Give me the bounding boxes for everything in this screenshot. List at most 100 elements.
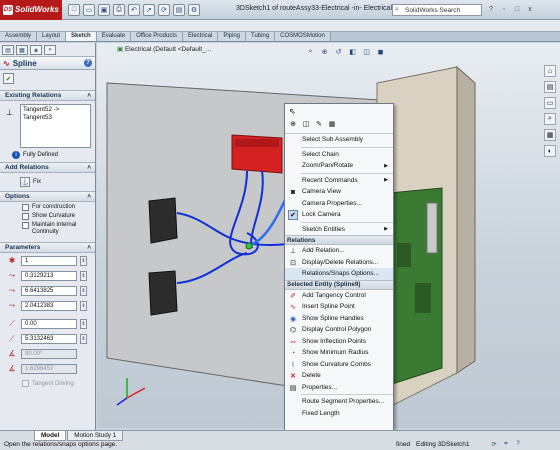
z-coordinate-field[interactable]: ⤳ 2.0412383 ⇕ bbox=[0, 298, 95, 313]
relation-toolbar-icon[interactable]: ⊕ bbox=[288, 119, 298, 129]
collapse-chevron-icon[interactable]: ˄ bbox=[87, 92, 91, 99]
menu-item-fixed-length[interactable]: Fixed Length bbox=[285, 408, 393, 420]
collapse-chevron-icon[interactable]: ˄ bbox=[87, 164, 91, 171]
menu-item-show-inflection-points[interactable]: ∾ Show Inflection Points bbox=[285, 336, 393, 348]
tangent-driving-checkbox[interactable]: Tangent Driving bbox=[0, 380, 95, 387]
menu-item-relations-snaps-options[interactable]: Relations/Snaps Options... bbox=[285, 268, 393, 280]
property-manager-icon[interactable]: ▦ bbox=[16, 45, 28, 55]
new-document-icon[interactable]: □ bbox=[68, 3, 80, 16]
list-item[interactable]: Tangent53 bbox=[23, 114, 88, 122]
menu-item-show-minimum-radius[interactable]: ◔ Show Minimum Radius bbox=[285, 347, 393, 359]
configuration-manager-icon[interactable]: ◈ bbox=[30, 45, 42, 55]
sketch-grid-icon[interactable]: ▦ bbox=[327, 119, 337, 129]
spinner-icon[interactable]: ⇕ bbox=[80, 318, 87, 329]
menu-item-sketch-entities[interactable]: Sketch Entities ▶ bbox=[285, 224, 393, 236]
search-box[interactable]: ⌕ SolidWorks Search bbox=[392, 4, 482, 16]
tab-office-products[interactable]: Office Products bbox=[131, 32, 183, 41]
spinner-icon[interactable]: ⇕ bbox=[80, 300, 87, 311]
help-icon[interactable]: ? bbox=[84, 59, 92, 67]
tab-sketch[interactable]: Sketch bbox=[66, 32, 97, 41]
y-coordinate-field[interactable]: ⤳ 6.6413825 ⇕ bbox=[0, 283, 95, 298]
existing-relations-list[interactable]: Tangent52 -> Tangent53 bbox=[20, 104, 91, 148]
document-title: 3DSketch1 of routeAssy33-Electrical -in-… bbox=[236, 5, 397, 12]
menu-item-select-sub-assembly[interactable]: Select Sub Assembly bbox=[285, 134, 393, 146]
select-arrow-icon[interactable]: ➚ bbox=[143, 3, 155, 16]
menu-item-delete[interactable]: ✕ Delete bbox=[285, 370, 393, 382]
menu-item-show-curvature-combs[interactable]: ⌇ Show Curvature Combs bbox=[285, 359, 393, 371]
spline-point-number-field[interactable]: ✱ 1 ⇕ bbox=[0, 253, 95, 268]
checkbox[interactable] bbox=[22, 380, 29, 387]
list-item[interactable]: Tangent52 -> bbox=[23, 106, 88, 114]
menu-item-display-control-polygon[interactable]: ⌬ Display Control Polygon bbox=[285, 324, 393, 336]
menu-item-properties[interactable]: ▤ Properties... bbox=[285, 382, 393, 394]
checkbox[interactable] bbox=[22, 204, 29, 211]
checkbox[interactable] bbox=[22, 222, 29, 229]
menu-item-show-spline-handles[interactable]: ◉ Show Spline Handles bbox=[285, 313, 393, 325]
menu-item-camera-properties[interactable]: Camera Properties... bbox=[285, 198, 393, 210]
undo-icon[interactable]: ↶ bbox=[128, 3, 140, 16]
pencil-icon[interactable]: ✎ bbox=[314, 119, 324, 129]
checkbox[interactable] bbox=[22, 213, 29, 220]
curvature-field[interactable]: ⟋ 0.00 ⇕ bbox=[0, 316, 95, 331]
collapse-chevron-icon[interactable]: ˄ bbox=[87, 244, 91, 251]
existing-relations-group[interactable]: Existing Relations ˄ bbox=[0, 90, 95, 101]
spinner-icon[interactable]: ⇕ bbox=[80, 285, 87, 296]
tab-evaluate[interactable]: Evaluate bbox=[96, 32, 132, 41]
x-coordinate-field[interactable]: ⤳ 0.3129213 ⇕ bbox=[0, 268, 95, 283]
tab-layout[interactable]: Layout bbox=[37, 32, 67, 41]
collapse-chevron-icon[interactable]: ˄ bbox=[87, 193, 91, 200]
menu-item-route-segment-properties[interactable]: Route Segment Properties... bbox=[285, 396, 393, 408]
show-curvature-checkbox[interactable]: Show Curvature bbox=[0, 213, 95, 220]
pointer-icon[interactable]: ⇖ bbox=[289, 107, 296, 116]
print-icon[interactable]: ⎙ bbox=[113, 3, 125, 16]
tab-cosmosmotion[interactable]: COSMOSMotion bbox=[275, 32, 331, 41]
tab-piping[interactable]: Piping bbox=[218, 32, 247, 41]
menu-item-add-tangency-control[interactable]: ✐ Add Tangency Control bbox=[285, 290, 393, 302]
tab-electrical[interactable]: Electrical bbox=[183, 32, 219, 41]
more-tabs-icon[interactable]: » bbox=[44, 45, 56, 55]
rebuild-icon[interactable]: ⟳ bbox=[158, 3, 170, 16]
save-icon[interactable]: ▣ bbox=[98, 3, 110, 16]
menu-item-add-relation[interactable]: ⊥ Add Relation... bbox=[285, 245, 393, 257]
menu-item-zoom-pan-rotate[interactable]: Zoom/Pan/Rotate ▶ bbox=[285, 160, 393, 172]
control-polygon-icon: ⌬ bbox=[289, 327, 297, 334]
menu-item-display-delete-relations[interactable]: ⊡ Display/Delete Relations... bbox=[285, 257, 393, 269]
options-gear-icon[interactable]: ⚙ bbox=[188, 3, 200, 16]
tangent-polar-direction-field[interactable]: ∡ 1.6296457 bbox=[0, 361, 95, 376]
ok-check-icon[interactable]: ✔ bbox=[3, 73, 14, 84]
menu-item-select-chain[interactable]: Select Chain bbox=[285, 149, 393, 161]
help-icon[interactable]: ? bbox=[486, 4, 496, 14]
rebuild-status-icon[interactable]: ⟳ bbox=[490, 440, 498, 448]
fix-relation-button[interactable]: ⚓ Fix bbox=[0, 177, 95, 187]
spinner-icon[interactable]: ⇕ bbox=[80, 255, 87, 266]
options-group[interactable]: Options ˄ bbox=[0, 191, 95, 202]
parameters-group[interactable]: Parameters ˄ bbox=[0, 242, 95, 253]
tangent-radial-direction-field[interactable]: ∡ 90.00° bbox=[0, 346, 95, 361]
tab-tubing[interactable]: Tubing bbox=[246, 32, 276, 41]
add-relations-group[interactable]: Add Relations ˄ bbox=[0, 162, 95, 173]
file-properties-icon[interactable]: ▤ bbox=[173, 3, 185, 16]
maintain-continuity-checkbox[interactable]: Maintain Internal Continuity bbox=[0, 222, 95, 236]
smart-dimension-icon[interactable]: ◫ bbox=[301, 119, 311, 129]
cabinet-door-edge bbox=[456, 65, 476, 374]
tab-motion-study[interactable]: Motion Study 1 bbox=[67, 431, 124, 441]
close-icon[interactable]: x bbox=[525, 4, 535, 14]
tab-assembly[interactable]: Assembly bbox=[0, 32, 38, 41]
maximize-icon[interactable]: □ bbox=[512, 4, 522, 14]
menu-item-recent-commands[interactable]: Recent Commands ▶ bbox=[285, 175, 393, 187]
for-construction-checkbox[interactable]: For construction bbox=[0, 204, 95, 211]
open-folder-icon[interactable]: ▭ bbox=[83, 3, 95, 16]
menu-item-camera-view[interactable]: ◙ Camera View bbox=[285, 186, 393, 198]
menu-item-lock-camera[interactable]: ✔ Lock Camera bbox=[285, 209, 393, 221]
minimize-icon[interactable]: - bbox=[499, 4, 509, 14]
spinner-icon[interactable]: ⇕ bbox=[80, 270, 87, 281]
solidworks-logo[interactable]: DS SolidWorks bbox=[0, 0, 62, 20]
feature-manager-icon[interactable]: ▤ bbox=[2, 45, 14, 55]
menu-item-insert-spline-point[interactable]: ∿ Insert Spline Point bbox=[285, 301, 393, 313]
spline-point-icon: ∿ bbox=[290, 304, 296, 311]
units-icon[interactable]: ⌗ bbox=[502, 440, 510, 448]
spinner-icon[interactable]: ⇕ bbox=[80, 333, 87, 344]
help-icon[interactable]: ? bbox=[514, 440, 522, 448]
tab-model[interactable]: Model bbox=[34, 431, 67, 441]
tangent-weighting-field[interactable]: ⟋ 5.3132463 ⇕ bbox=[0, 331, 95, 346]
